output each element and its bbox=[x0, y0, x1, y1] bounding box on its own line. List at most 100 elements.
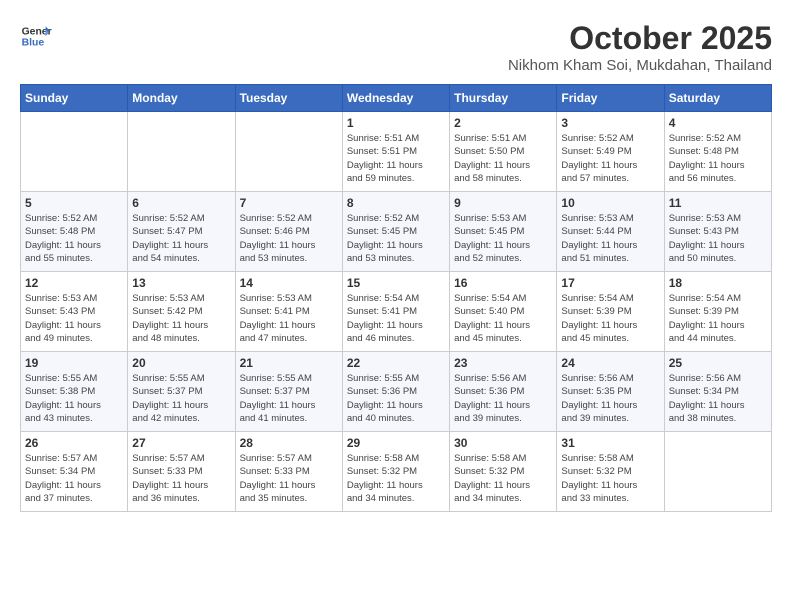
day-number: 18 bbox=[669, 276, 767, 290]
day-number: 15 bbox=[347, 276, 445, 290]
day-info: Sunrise: 5:58 AMSunset: 5:32 PMDaylight:… bbox=[561, 452, 659, 505]
day-number: 27 bbox=[132, 436, 230, 450]
day-number: 22 bbox=[347, 356, 445, 370]
calendar-cell: 11 Sunrise: 5:53 AMSunset: 5:43 PMDayligh… bbox=[664, 192, 771, 272]
weekday-header-thursday: Thursday bbox=[450, 85, 557, 112]
day-info: Sunrise: 5:53 AMSunset: 5:41 PMDaylight:… bbox=[240, 292, 338, 345]
day-number: 10 bbox=[561, 196, 659, 210]
day-info: Sunrise: 5:52 AMSunset: 5:47 PMDaylight:… bbox=[132, 212, 230, 265]
day-number: 12 bbox=[25, 276, 123, 290]
day-number: 9 bbox=[454, 196, 552, 210]
day-info: Sunrise: 5:52 AMSunset: 5:49 PMDaylight:… bbox=[561, 132, 659, 185]
svg-text:Blue: Blue bbox=[22, 38, 45, 49]
day-info: Sunrise: 5:53 AMSunset: 5:43 PMDaylight:… bbox=[25, 292, 123, 345]
day-info: Sunrise: 5:57 AMSunset: 5:33 PMDaylight:… bbox=[240, 452, 338, 505]
day-info: Sunrise: 5:52 AMSunset: 5:48 PMDaylight:… bbox=[669, 132, 767, 185]
day-info: Sunrise: 5:55 AMSunset: 5:37 PMDaylight:… bbox=[240, 372, 338, 425]
calendar-cell bbox=[128, 112, 235, 192]
calendar-cell: 2 Sunrise: 5:51 AMSunset: 5:50 PMDaylight… bbox=[450, 112, 557, 192]
calendar-cell: 1 Sunrise: 5:51 AMSunset: 5:51 PMDaylight… bbox=[342, 112, 449, 192]
day-number: 1 bbox=[347, 116, 445, 130]
calendar-cell: 8Sunrise: 5:52 AMSunset: 5:45 PMDaylight… bbox=[342, 192, 449, 272]
title-block: October 2025 Nikhom Kham Soi, Mukdahan, … bbox=[508, 20, 772, 74]
calendar-cell: 31Sunrise: 5:58 AMSunset: 5:32 PMDayligh… bbox=[557, 432, 664, 512]
weekday-header-sunday: Sunday bbox=[21, 85, 128, 112]
calendar-cell: 9 Sunrise: 5:53 AMSunset: 5:45 PMDaylight… bbox=[450, 192, 557, 272]
day-number: 11 bbox=[669, 196, 767, 210]
day-number: 30 bbox=[454, 436, 552, 450]
calendar-week-1: 1 Sunrise: 5:51 AMSunset: 5:51 PMDaylight… bbox=[21, 112, 772, 192]
day-info: Sunrise: 5:55 AMSunset: 5:38 PMDaylight:… bbox=[25, 372, 123, 425]
calendar-cell: 17Sunrise: 5:54 AMSunset: 5:39 PMDayligh… bbox=[557, 272, 664, 352]
day-info: Sunrise: 5:57 AMSunset: 5:34 PMDaylight:… bbox=[25, 452, 123, 505]
page-header: General Blue October 2025 Nikhom Kham So… bbox=[20, 20, 772, 74]
calendar-cell: 14 Sunrise: 5:53 AMSunset: 5:41 PMDayligh… bbox=[235, 272, 342, 352]
day-number: 8 bbox=[347, 196, 445, 210]
calendar-header: SundayMondayTuesdayWednesdayThursdayFrid… bbox=[21, 85, 772, 112]
day-info: Sunrise: 5:52 AMSunset: 5:48 PMDaylight:… bbox=[25, 212, 123, 265]
day-info: Sunrise: 5:53 AMSunset: 5:44 PMDaylight:… bbox=[561, 212, 659, 265]
weekday-header-friday: Friday bbox=[557, 85, 664, 112]
day-number: 5 bbox=[25, 196, 123, 210]
calendar-cell: 12 Sunrise: 5:53 AMSunset: 5:43 PMDayligh… bbox=[21, 272, 128, 352]
day-info: Sunrise: 5:53 AMSunset: 5:42 PMDaylight:… bbox=[132, 292, 230, 345]
day-number: 3 bbox=[561, 116, 659, 130]
day-number: 17 bbox=[561, 276, 659, 290]
day-info: Sunrise: 5:56 AMSunset: 5:35 PMDaylight:… bbox=[561, 372, 659, 425]
calendar-cell: 6 Sunrise: 5:52 AMSunset: 5:47 PMDaylight… bbox=[128, 192, 235, 272]
day-info: Sunrise: 5:51 AMSunset: 5:50 PMDaylight:… bbox=[454, 132, 552, 185]
calendar-week-4: 19 Sunrise: 5:55 AMSunset: 5:38 PMDayligh… bbox=[21, 352, 772, 432]
day-number: 25 bbox=[669, 356, 767, 370]
day-number: 6 bbox=[132, 196, 230, 210]
day-info: Sunrise: 5:53 AMSunset: 5:45 PMDaylight:… bbox=[454, 212, 552, 265]
day-number: 20 bbox=[132, 356, 230, 370]
calendar-cell: 4 Sunrise: 5:52 AMSunset: 5:48 PMDaylight… bbox=[664, 112, 771, 192]
day-number: 19 bbox=[25, 356, 123, 370]
month-title: October 2025 bbox=[508, 20, 772, 57]
day-number: 29 bbox=[347, 436, 445, 450]
logo-icon: General Blue bbox=[20, 20, 52, 52]
calendar-cell: 22Sunrise: 5:55 AMSunset: 5:36 PMDayligh… bbox=[342, 352, 449, 432]
day-info: Sunrise: 5:52 AMSunset: 5:46 PMDaylight:… bbox=[240, 212, 338, 265]
day-number: 13 bbox=[132, 276, 230, 290]
calendar-cell: 7Sunrise: 5:52 AMSunset: 5:46 PMDaylight… bbox=[235, 192, 342, 272]
calendar-cell: 3 Sunrise: 5:52 AMSunset: 5:49 PMDaylight… bbox=[557, 112, 664, 192]
day-info: Sunrise: 5:54 AMSunset: 5:41 PMDaylight:… bbox=[347, 292, 445, 345]
calendar-cell: 20 Sunrise: 5:55 AMSunset: 5:37 PMDayligh… bbox=[128, 352, 235, 432]
calendar-cell bbox=[235, 112, 342, 192]
day-info: Sunrise: 5:54 AMSunset: 5:40 PMDaylight:… bbox=[454, 292, 552, 345]
calendar-cell: 16Sunrise: 5:54 AMSunset: 5:40 PMDayligh… bbox=[450, 272, 557, 352]
calendar-cell: 27 Sunrise: 5:57 AMSunset: 5:33 PMDayligh… bbox=[128, 432, 235, 512]
calendar-cell: 5 Sunrise: 5:52 AMSunset: 5:48 PMDaylight… bbox=[21, 192, 128, 272]
weekday-header-wednesday: Wednesday bbox=[342, 85, 449, 112]
calendar-cell bbox=[664, 432, 771, 512]
day-number: 14 bbox=[240, 276, 338, 290]
calendar-cell: 24 Sunrise: 5:56 AMSunset: 5:35 PMDayligh… bbox=[557, 352, 664, 432]
day-number: 2 bbox=[454, 116, 552, 130]
calendar-cell: 19 Sunrise: 5:55 AMSunset: 5:38 PMDayligh… bbox=[21, 352, 128, 432]
day-info: Sunrise: 5:53 AMSunset: 5:43 PMDaylight:… bbox=[669, 212, 767, 265]
weekday-header-saturday: Saturday bbox=[664, 85, 771, 112]
day-info: Sunrise: 5:58 AMSunset: 5:32 PMDaylight:… bbox=[347, 452, 445, 505]
calendar-cell: 21 Sunrise: 5:55 AMSunset: 5:37 PMDayligh… bbox=[235, 352, 342, 432]
calendar-week-2: 5 Sunrise: 5:52 AMSunset: 5:48 PMDaylight… bbox=[21, 192, 772, 272]
day-number: 4 bbox=[669, 116, 767, 130]
calendar-cell: 30Sunrise: 5:58 AMSunset: 5:32 PMDayligh… bbox=[450, 432, 557, 512]
day-number: 24 bbox=[561, 356, 659, 370]
calendar-cell: 18 Sunrise: 5:54 AMSunset: 5:39 PMDayligh… bbox=[664, 272, 771, 352]
calendar-week-5: 26 Sunrise: 5:57 AMSunset: 5:34 PMDayligh… bbox=[21, 432, 772, 512]
calendar-cell: 28Sunrise: 5:57 AMSunset: 5:33 PMDayligh… bbox=[235, 432, 342, 512]
day-info: Sunrise: 5:57 AMSunset: 5:33 PMDaylight:… bbox=[132, 452, 230, 505]
calendar-cell: 29 Sunrise: 5:58 AMSunset: 5:32 PMDayligh… bbox=[342, 432, 449, 512]
day-info: Sunrise: 5:56 AMSunset: 5:36 PMDaylight:… bbox=[454, 372, 552, 425]
day-info: Sunrise: 5:56 AMSunset: 5:34 PMDaylight:… bbox=[669, 372, 767, 425]
calendar-cell bbox=[21, 112, 128, 192]
day-number: 23 bbox=[454, 356, 552, 370]
calendar-cell: 26 Sunrise: 5:57 AMSunset: 5:34 PMDayligh… bbox=[21, 432, 128, 512]
day-info: Sunrise: 5:51 AMSunset: 5:51 PMDaylight:… bbox=[347, 132, 445, 185]
day-number: 26 bbox=[25, 436, 123, 450]
day-info: Sunrise: 5:55 AMSunset: 5:37 PMDaylight:… bbox=[132, 372, 230, 425]
calendar-cell: 25 Sunrise: 5:56 AMSunset: 5:34 PMDayligh… bbox=[664, 352, 771, 432]
day-number: 21 bbox=[240, 356, 338, 370]
day-info: Sunrise: 5:54 AMSunset: 5:39 PMDaylight:… bbox=[669, 292, 767, 345]
